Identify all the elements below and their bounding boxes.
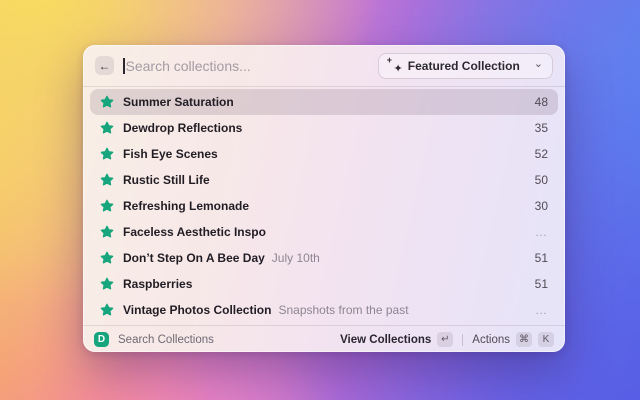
list-row[interactable]: Refreshing Lemonade 30 bbox=[90, 193, 558, 219]
list-row[interactable]: Fish Eye Scenes 52 bbox=[90, 141, 558, 167]
actions-menu-button[interactable]: Actions bbox=[472, 334, 510, 346]
row-count: … bbox=[535, 303, 548, 317]
row-title: Summer Saturation bbox=[123, 95, 234, 109]
search-input[interactable]: Search collections... bbox=[126, 58, 378, 74]
star-icon bbox=[100, 277, 114, 290]
list-row[interactable]: Faceless Aesthetic Inspo … bbox=[90, 219, 558, 245]
status-bar: D Search Collections View Collections ↵ … bbox=[83, 325, 565, 353]
star-icon bbox=[100, 199, 114, 212]
row-subtitle: July 10th bbox=[271, 251, 320, 265]
list-row[interactable]: Rustic Still Life 50 bbox=[90, 167, 558, 193]
row-count: 51 bbox=[534, 251, 548, 265]
list-row[interactable]: Dewdrop Reflections 35 bbox=[90, 115, 558, 141]
back-button[interactable]: ← bbox=[95, 56, 114, 75]
row-count: … bbox=[535, 225, 548, 239]
row-count: 52 bbox=[534, 147, 548, 161]
list-row[interactable]: Don’t Step On A Bee Day July 10th 51 bbox=[90, 245, 558, 271]
row-count: 51 bbox=[534, 277, 548, 291]
chevron-down-icon: ⌄ bbox=[533, 57, 543, 70]
dropdown-label: Featured Collection bbox=[407, 58, 520, 73]
row-title: Refreshing Lemonade bbox=[123, 199, 250, 213]
row-title: Vintage Photos Collection bbox=[123, 303, 272, 317]
star-icon bbox=[100, 251, 114, 264]
app-label: Search Collections bbox=[118, 333, 214, 346]
row-title: Raspberries bbox=[123, 277, 193, 291]
text-cursor bbox=[123, 57, 125, 74]
star-icon bbox=[100, 173, 114, 186]
star-icon bbox=[100, 95, 114, 108]
k-key-icon: K bbox=[538, 332, 554, 347]
footer-divider bbox=[462, 333, 464, 346]
command-palette-window: ← Search collections... + ✦ Featured Col… bbox=[83, 45, 565, 352]
row-title: Don’t Step On A Bee Day bbox=[123, 251, 265, 265]
command-key-icon: ⌘ bbox=[516, 332, 532, 347]
star-icon bbox=[100, 147, 114, 160]
star-icon bbox=[100, 121, 114, 134]
row-count: 48 bbox=[534, 95, 548, 109]
featured-collection-dropdown[interactable]: + ✦ Featured Collection ⌄ bbox=[377, 52, 553, 79]
row-title: Fish Eye Scenes bbox=[123, 147, 218, 161]
sparkle-plus-icon: + ✦ bbox=[386, 54, 403, 75]
list-row[interactable]: Raspberries 51 bbox=[90, 271, 558, 297]
list-row[interactable]: Summer Saturation 48 bbox=[90, 89, 558, 115]
search-header: ← Search collections... + ✦ Featured Col… bbox=[83, 45, 565, 87]
arrow-left-icon: ← bbox=[98, 58, 111, 73]
row-title: Dewdrop Reflections bbox=[123, 121, 243, 135]
star-icon bbox=[100, 303, 114, 316]
star-icon bbox=[100, 225, 114, 238]
enter-key-icon: ↵ bbox=[437, 332, 454, 347]
app-logo-icon: D bbox=[94, 332, 109, 347]
row-count: 30 bbox=[534, 199, 548, 213]
view-collections-action[interactable]: View Collections bbox=[340, 334, 431, 346]
list-row[interactable]: Vintage Photos Collection Snapshots from… bbox=[90, 297, 558, 323]
row-count: 50 bbox=[534, 173, 548, 187]
collections-list: Summer Saturation 48 Dewdrop Reflections… bbox=[83, 87, 565, 325]
row-title: Rustic Still Life bbox=[123, 173, 210, 187]
row-count: 35 bbox=[534, 121, 548, 135]
row-title: Faceless Aesthetic Inspo bbox=[123, 225, 266, 239]
row-subtitle: Snapshots from the past bbox=[278, 303, 409, 317]
